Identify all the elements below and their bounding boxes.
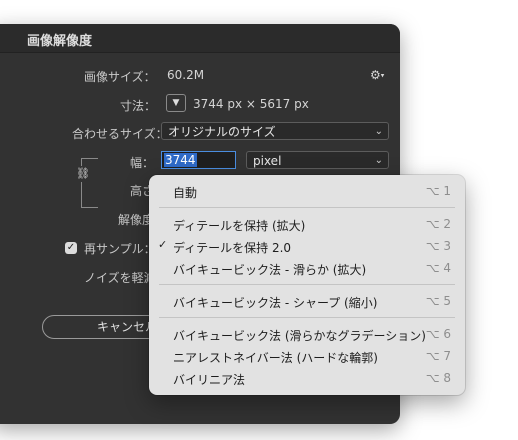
width-unit-value: pixel (253, 154, 282, 168)
menu-item-label: 自動 (173, 186, 198, 200)
menu-item-preserve-details[interactable]: ディテールを保持 (拡大) ⌥ 2 (149, 213, 465, 235)
dialog-title: 画像解像度 (27, 34, 93, 49)
image-size-label: 画像サイズ： (84, 70, 156, 84)
menu-separator (159, 207, 455, 208)
fit-to-label: 合わせるサイズ： (72, 127, 168, 141)
menu-item-bicubic[interactable]: バイキュービック法 (滑らかなグラデーション) ⌥ 6 (149, 323, 465, 345)
menu-item-shortcut: ⌥ 1 (425, 184, 451, 198)
dimensions-value: 3744 px × 5617 px (193, 97, 309, 111)
link-icon[interactable]: ⛓ (76, 166, 90, 182)
menu-item-preserve-details-2[interactable]: ✓ ディテールを保持 2.0 ⌥ 3 (149, 235, 465, 257)
menu-item-label: ディテールを保持 2.0 (173, 241, 292, 255)
menu-item-bicubic-sharper[interactable]: バイキュービック法 - シャープ (縮小) ⌥ 5 (149, 290, 465, 312)
width-input[interactable]: 3744 (161, 151, 236, 169)
dialog-titlebar: 画像解像度 (0, 24, 400, 53)
menu-item-label: バイキュービック法 - 滑らか (拡大) (173, 263, 367, 277)
menu-item-bicubic-smoother[interactable]: バイキュービック法 - 滑らか (拡大) ⌥ 4 (149, 257, 465, 279)
gear-caret-icon: ▾ (380, 71, 385, 80)
menu-item-shortcut: ⌥ 7 (425, 349, 451, 363)
menu-item-label: バイキュービック法 (滑らかなグラデーション) (173, 329, 426, 343)
gear-icon[interactable]: ⚙▾ (370, 68, 384, 82)
menu-item-nearest-neighbor[interactable]: ニアレストネイバー法 (ハードな輪郭) ⌥ 7 (149, 345, 465, 367)
menu-item-shortcut: ⌥ 6 (425, 327, 451, 341)
noise-reduction-label: ノイズを軽減 (84, 271, 156, 285)
menu-item-label: ディテールを保持 (拡大) (173, 219, 306, 233)
image-size-value: 60.2M (167, 68, 205, 82)
resample-method-menu: 自動 ⌥ 1 ディテールを保持 (拡大) ⌥ 2 ✓ ディテールを保持 2.0 … (149, 175, 465, 395)
width-label: 幅： (130, 156, 155, 170)
checkmark-icon: ✓ (158, 238, 168, 251)
menu-item-shortcut: ⌥ 5 (425, 294, 451, 308)
cancel-button-label: キャンセル (97, 320, 158, 334)
width-unit-select[interactable]: pixel ⌄ (246, 151, 389, 169)
fit-to-select[interactable]: オリジナルのサイズ ⌄ (161, 122, 389, 140)
menu-separator (159, 284, 455, 285)
menu-item-label: バイキュービック法 - シャープ (縮小) (173, 296, 378, 310)
menu-item-label: バイリニア法 (173, 373, 246, 387)
menu-item-shortcut: ⌥ 2 (425, 217, 451, 231)
fit-to-value: オリジナルのサイズ (168, 125, 276, 139)
menu-separator (159, 317, 455, 318)
dimensions-label: 寸法： (120, 99, 157, 113)
menu-item-shortcut: ⌥ 8 (425, 371, 451, 385)
chevron-down-icon: ⌄ (374, 126, 383, 137)
menu-item-auto[interactable]: 自動 ⌥ 1 (149, 180, 465, 202)
chevron-down-icon: ⌄ (374, 155, 383, 166)
menu-item-shortcut: ⌥ 3 (425, 239, 451, 253)
resample-label: 再サンプル： (84, 242, 156, 256)
chevron-down-icon: ▼ (172, 98, 180, 108)
width-input-value: 3744 (164, 153, 197, 167)
menu-item-label: ニアレストネイバー法 (ハードな輪郭) (173, 351, 378, 365)
dimensions-unit-dropdown[interactable]: ▼ (166, 94, 186, 112)
menu-item-bilinear[interactable]: バイリニア法 ⌥ 8 (149, 367, 465, 389)
resample-checkbox[interactable]: ✓ (65, 242, 77, 254)
menu-item-shortcut: ⌥ 4 (425, 261, 451, 275)
